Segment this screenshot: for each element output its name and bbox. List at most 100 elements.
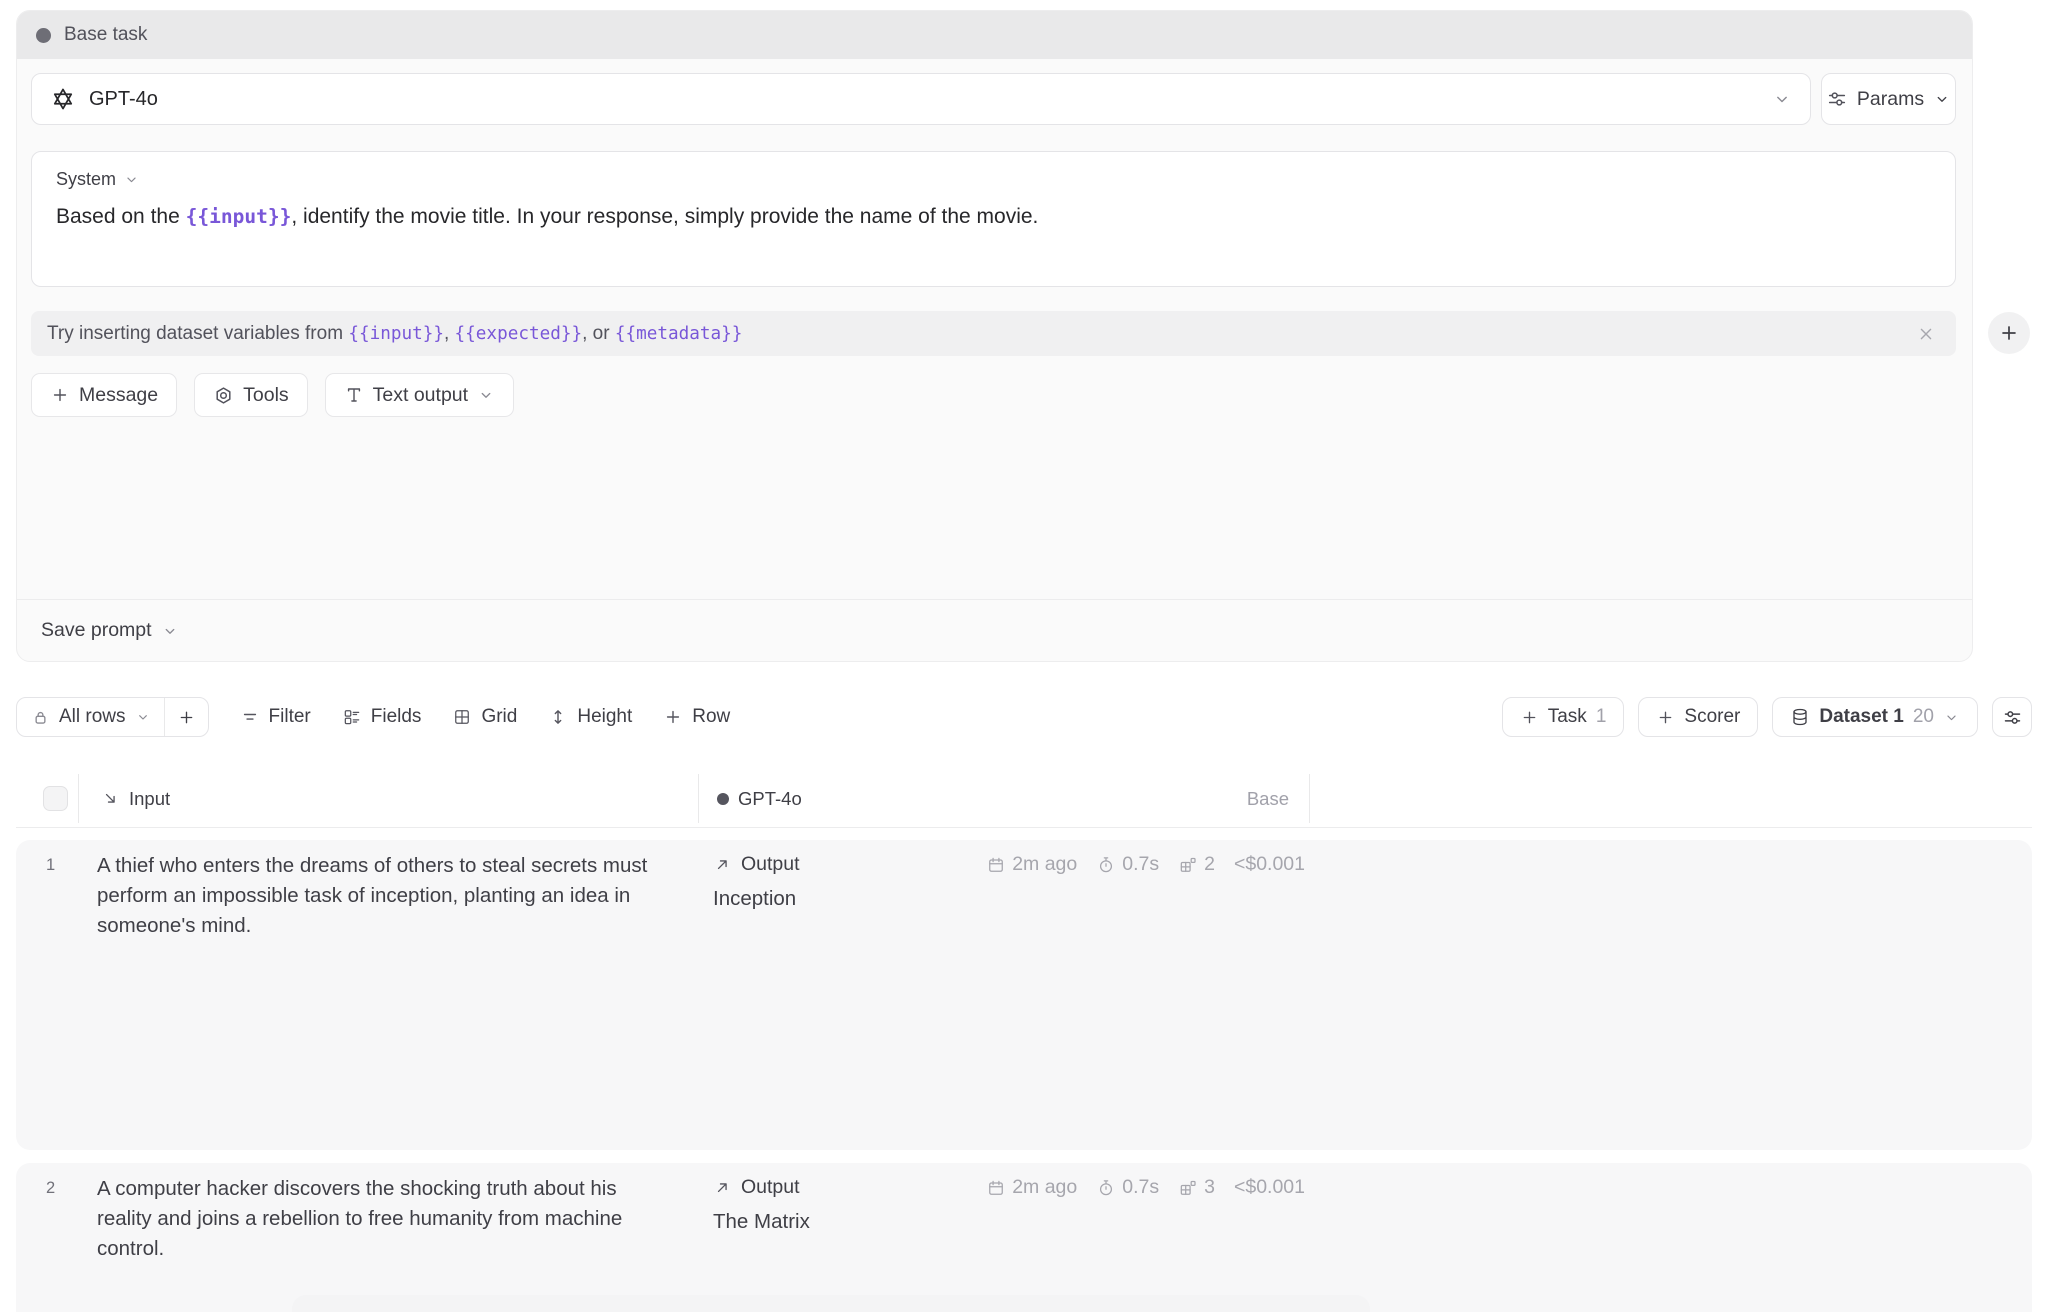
dataset-selector[interactable]: Dataset 1 20 xyxy=(1772,697,1978,737)
chevron-down-icon xyxy=(477,386,495,404)
output-type-button[interactable]: Text output xyxy=(325,373,514,417)
grid-icon xyxy=(452,707,472,727)
grid-label: Grid xyxy=(481,706,517,728)
fields-icon xyxy=(342,707,362,727)
arrow-down-right-icon xyxy=(101,789,120,808)
output-label: Output xyxy=(741,1176,800,1199)
run-tokens: 2 xyxy=(1204,853,1215,876)
divider xyxy=(78,774,79,823)
database-icon xyxy=(1790,707,1810,727)
task-label: Task xyxy=(1548,706,1587,728)
plus-icon xyxy=(50,385,70,405)
output-value: Inception xyxy=(713,887,1305,911)
plus-icon xyxy=(1520,708,1539,727)
bottom-scroll-shadow xyxy=(292,1295,1370,1312)
row-scope-control: All rows xyxy=(16,697,209,737)
row-number: 1 xyxy=(46,856,55,875)
row-height-button[interactable]: Height xyxy=(548,706,632,728)
text-type-icon xyxy=(344,385,364,405)
output-label: Output xyxy=(741,853,800,876)
divider xyxy=(1309,774,1310,823)
height-label: Height xyxy=(577,706,632,728)
calendar-icon xyxy=(986,1178,1006,1198)
params-button[interactable]: Params xyxy=(1821,73,1956,125)
chevron-down-icon xyxy=(1943,709,1960,726)
output-cell[interactable]: Output 2m ago 0.7s xyxy=(713,1176,1305,1234)
stopwatch-icon xyxy=(1096,855,1116,875)
scorer-label: Scorer xyxy=(1684,706,1740,728)
task-status-dot-icon xyxy=(36,28,51,43)
playground-screen: Base task GPT-4o xyxy=(0,0,2048,1312)
chevron-down-icon xyxy=(1772,89,1792,109)
add-scorer-button[interactable]: Scorer xyxy=(1638,697,1758,737)
output-cell[interactable]: Output 2m ago 0.7s xyxy=(713,853,1305,911)
select-all-checkbox[interactable] xyxy=(43,786,68,811)
run-time: 2m ago xyxy=(1012,853,1077,876)
table-row: 1 A thief who enters the dreams of other… xyxy=(16,840,2032,1150)
hint-variable-metadata: {{metadata}} xyxy=(615,324,743,344)
params-label: Params xyxy=(1857,88,1924,111)
filter-icon xyxy=(240,707,260,727)
run-tokens: 3 xyxy=(1204,1176,1215,1199)
model-row: GPT-4o Params xyxy=(31,73,1956,125)
all-rows-dropdown[interactable]: All rows xyxy=(17,698,164,736)
toolbar-right-group: Task 1 Scorer Dataset 1 20 xyxy=(1502,697,2032,737)
run-metadata: 2m ago 0.7s 3 <$ xyxy=(986,1176,1305,1199)
chevron-down-icon xyxy=(161,622,179,640)
filter-button[interactable]: Filter xyxy=(240,706,311,728)
save-prompt-label: Save prompt xyxy=(41,619,152,642)
stopwatch-icon xyxy=(1096,1178,1116,1198)
run-latency: 0.7s xyxy=(1122,853,1159,876)
plus-icon xyxy=(1656,708,1675,727)
filter-label: Filter xyxy=(269,706,311,728)
variant-label: Base xyxy=(1247,770,1289,827)
grid-view-button[interactable]: Grid xyxy=(452,706,517,728)
dataset-label: Dataset 1 xyxy=(1819,706,1904,728)
calendar-icon xyxy=(986,855,1006,875)
add-message-button[interactable]: Message xyxy=(31,373,177,417)
run-time: 2m ago xyxy=(1012,1176,1077,1199)
grid-toolbar: All rows Filter Fields xyxy=(16,697,2032,737)
arrow-up-right-icon xyxy=(713,855,732,874)
output-value: The Matrix xyxy=(713,1210,1305,1234)
model-select-value: GPT-4o xyxy=(89,88,158,111)
grid-settings-button[interactable] xyxy=(1992,697,2032,737)
divider xyxy=(698,774,699,823)
chevron-down-icon xyxy=(123,171,140,188)
tools-button[interactable]: Tools xyxy=(194,373,308,417)
column-header-model[interactable]: GPT-4o xyxy=(717,770,802,827)
prompt-prefix: Based on the xyxy=(56,205,186,228)
prompt-text[interactable]: Based on the {{input}}, identify the mov… xyxy=(56,205,1931,229)
close-icon[interactable] xyxy=(1911,319,1941,349)
run-latency: 0.7s xyxy=(1122,1176,1159,1199)
height-icon xyxy=(548,707,568,727)
add-row-button[interactable]: Row xyxy=(663,706,730,728)
input-cell[interactable]: A thief who enters the dreams of others … xyxy=(97,851,669,941)
sliders-icon xyxy=(1826,88,1848,110)
save-prompt-button[interactable]: Save prompt xyxy=(17,599,1972,661)
hint-variable-expected: {{expected}} xyxy=(455,324,583,344)
run-cost: <$0.001 xyxy=(1234,1176,1305,1199)
sliders-icon xyxy=(2002,707,2023,728)
table-header: Input GPT-4o Base xyxy=(16,770,2032,828)
tokens-icon xyxy=(1178,855,1198,875)
output-type-label: Text output xyxy=(373,384,468,407)
message-role-selector[interactable]: System xyxy=(56,169,1931,190)
add-task-button[interactable]: Task 1 xyxy=(1502,697,1625,737)
fields-button[interactable]: Fields xyxy=(342,706,422,728)
run-cost: <$0.001 xyxy=(1234,853,1305,876)
model-select[interactable]: GPT-4o xyxy=(31,73,1811,125)
column-header-input[interactable]: Input xyxy=(101,770,170,827)
add-task-column-button[interactable] xyxy=(1988,312,2030,354)
tools-icon xyxy=(213,385,234,406)
prompt-variable: {{input}} xyxy=(186,205,292,228)
run-metadata: 2m ago 0.7s 2 <$ xyxy=(986,853,1305,876)
add-row-scope-button[interactable] xyxy=(165,698,208,736)
input-cell[interactable]: A computer hacker discovers the shocking… xyxy=(97,1174,669,1264)
add-message-label: Message xyxy=(79,384,158,407)
tools-label: Tools xyxy=(243,384,289,407)
task-panel: Base task GPT-4o xyxy=(16,10,1973,662)
openai-logo-icon xyxy=(50,86,76,112)
system-message-editor[interactable]: System Based on the {{input}}, identify … xyxy=(31,151,1956,287)
task-title: Base task xyxy=(64,24,147,46)
